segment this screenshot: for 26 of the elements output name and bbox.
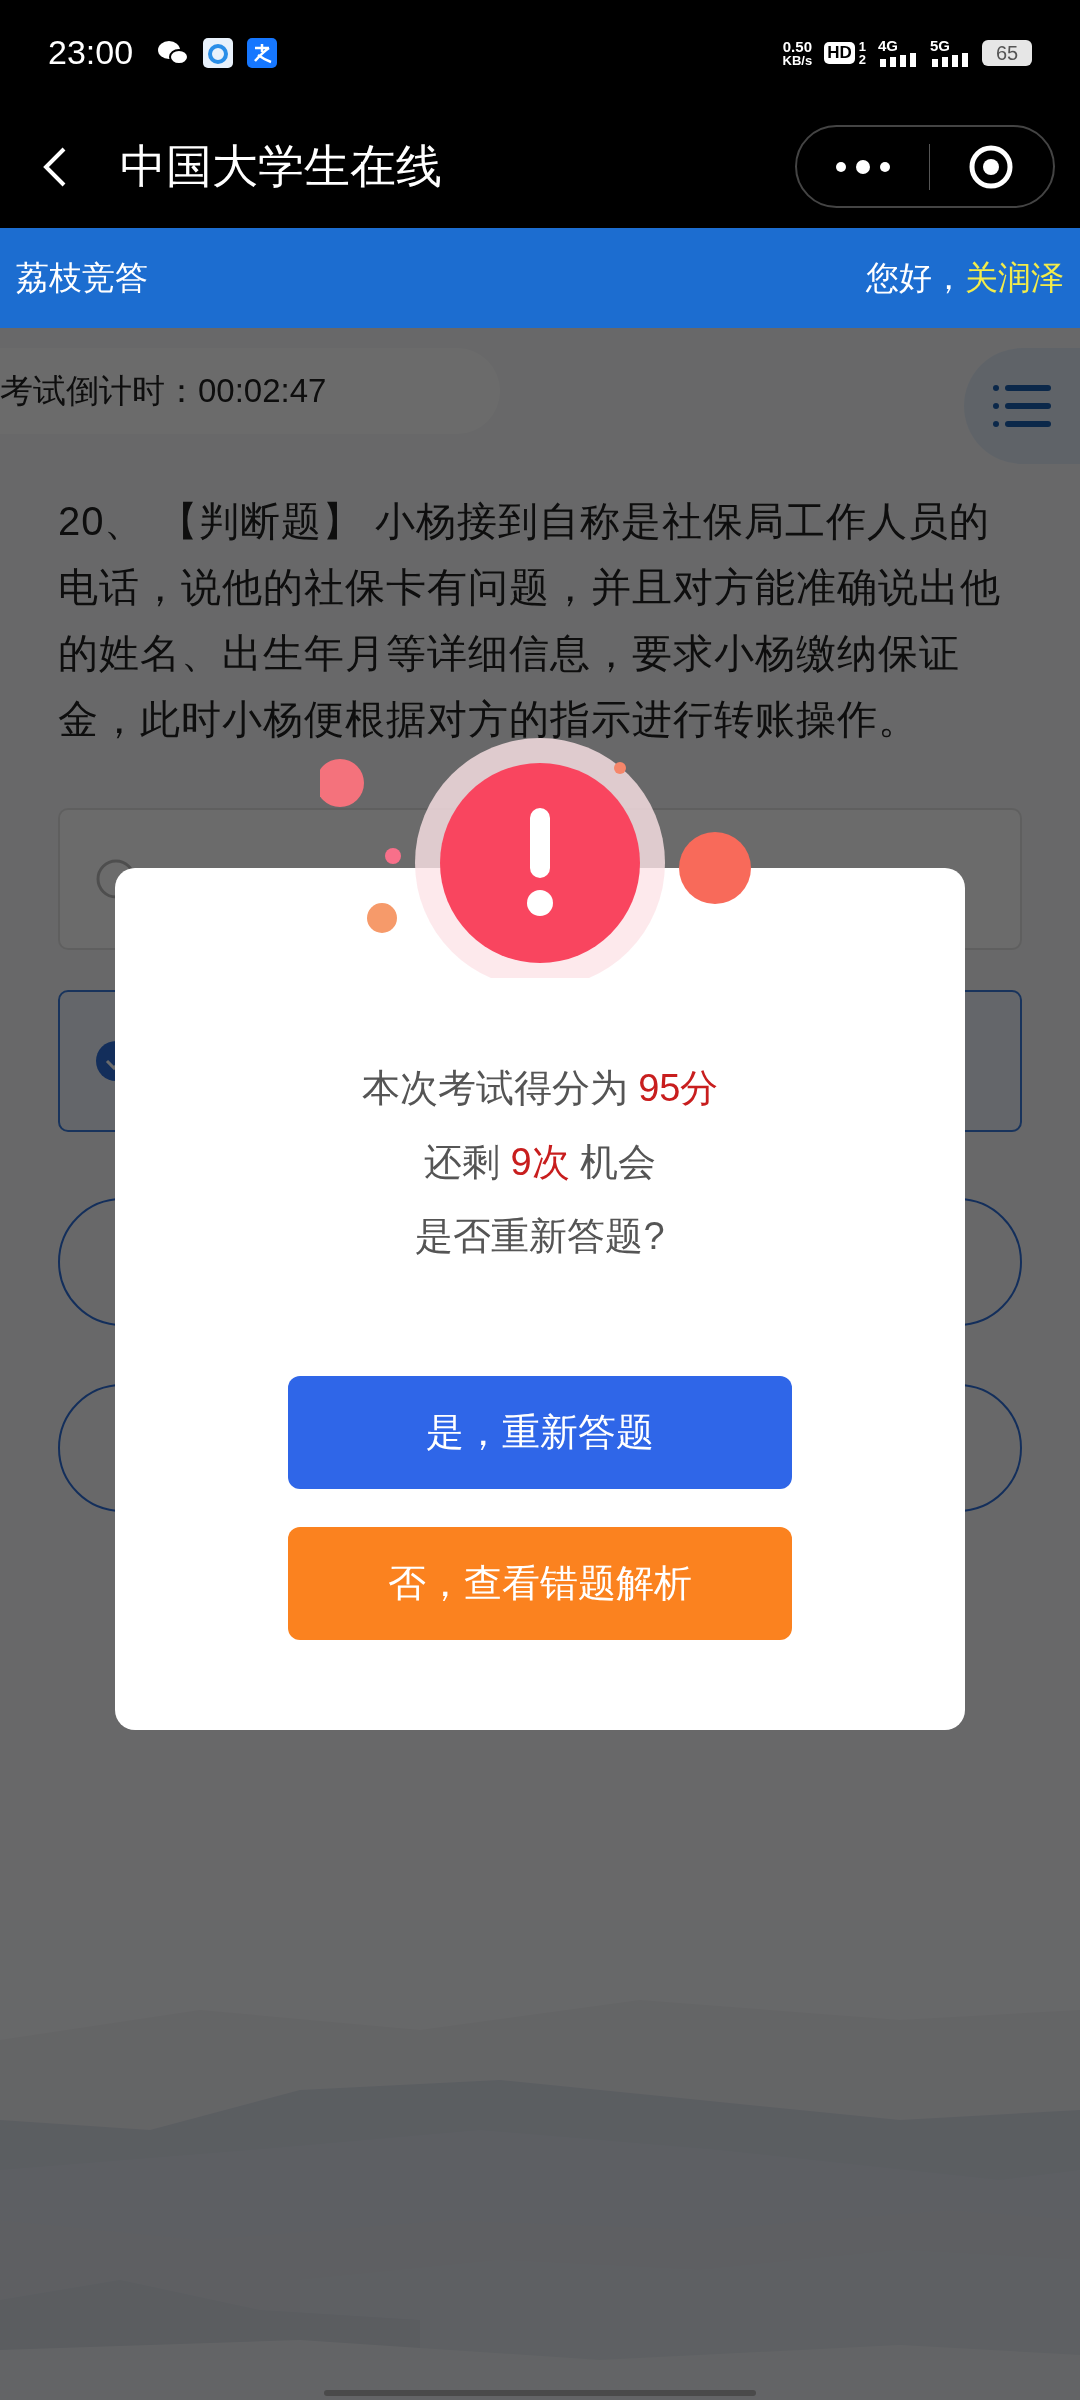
hd-badge: HD [824,41,855,64]
clock: 23:00 [48,32,134,73]
battery-indicator: 65 [982,39,1032,66]
question-text: 20、 【判断题】 小杨接到自称是社保局工作人员的电话，说他的社保卡有问题，并且对方能准确说出他的姓名、出生年月等详细信息，要求小杨缴纳保证金，此时小杨便根据对方的指示进行转账操作。 [57,498,1002,743]
network-speed-unit: KB/s [782,53,813,67]
signal-icon [930,53,970,67]
page-title: 中国大学生在线 [120,139,442,194]
retry-button[interactable]: 是，重新答题 [288,1376,792,1489]
close-app-icon[interactable] [968,143,1014,190]
user-name: 关润泽 [965,258,1064,299]
dialog-line: 还剩 9次 机会 [423,1140,657,1185]
network-type: 5G [930,38,951,53]
pay-app-icon [247,37,278,68]
dialog-line: 是否重新答题? [415,1214,665,1259]
sim-number: 2 [858,52,866,66]
dialog-line: 本次考试得分为 95分 [361,1066,719,1111]
menu-button[interactable] [964,348,1080,464]
menu-icon [993,383,1051,429]
signal-icon [878,53,918,67]
network-type: 4G [878,38,899,53]
network-speed: 0.50 [782,38,812,54]
greeting: 您好， [866,258,965,299]
app-name: 荔枝竞答 [16,258,148,299]
review-button[interactable]: 否，查看错题解析 [288,1527,792,1640]
browser-app-icon [203,37,234,68]
sim-number: 1 [858,39,866,53]
